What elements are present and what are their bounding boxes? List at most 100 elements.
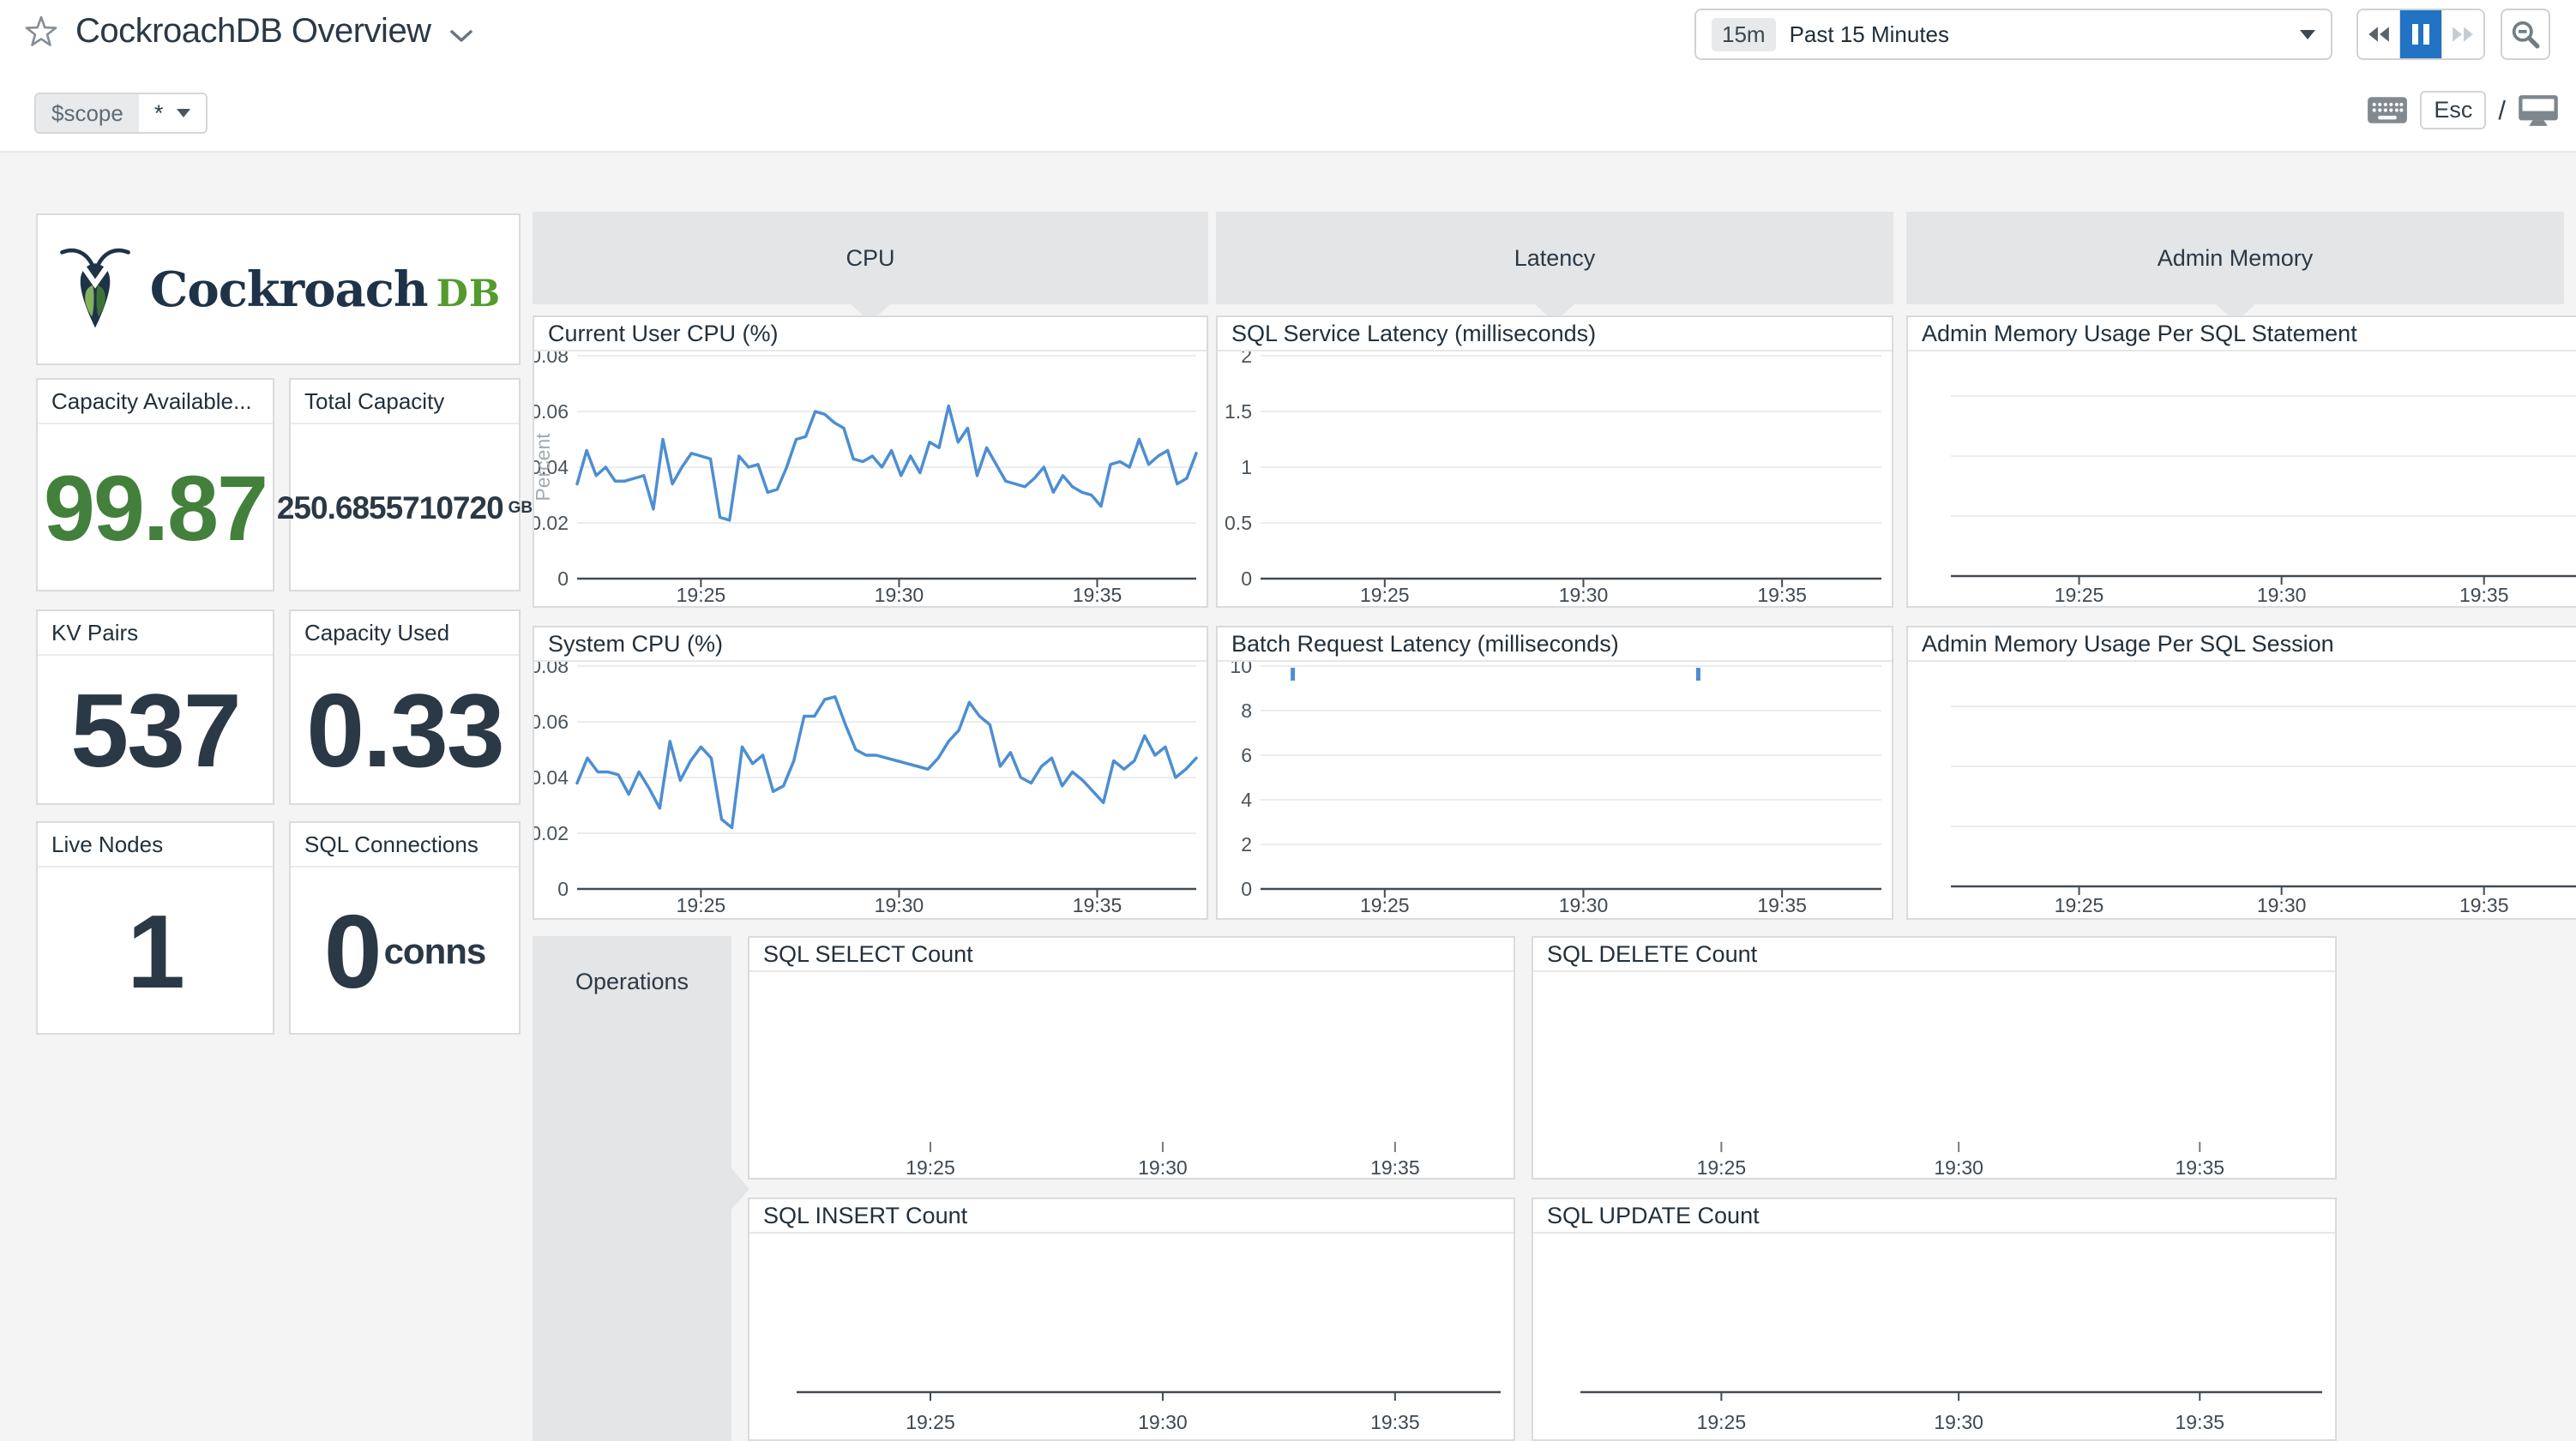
stat-value: 0conns	[291, 869, 519, 1033]
chart-plot[interactable]: 19:2519:3019:35	[1533, 972, 2335, 1178]
svg-text:19:30: 19:30	[875, 584, 924, 606]
svg-text:2: 2	[1241, 351, 1252, 367]
chart-plot[interactable]: 19:25 19:30 19:35	[1908, 662, 2576, 918]
stat-card-kv-pairs[interactable]: KV Pairs 537	[36, 609, 274, 805]
stat-unit: GB	[509, 499, 533, 518]
logo-suffix-text: DB	[436, 273, 502, 315]
svg-text:0: 0	[1241, 567, 1252, 590]
chart-current-user-cpu[interactable]: Current User CPU (%) 0.080.060.040.02019…	[533, 315, 1208, 608]
header-bar: CockroachDB Overview 15m Past 15 Minutes…	[0, 0, 2576, 153]
svg-text:19:25: 19:25	[906, 1156, 955, 1178]
rewind-button[interactable]	[2358, 10, 2399, 58]
keyboard-icon[interactable]	[2367, 96, 2408, 124]
svg-text:19:35: 19:35	[1370, 1156, 1420, 1178]
chart-title: SQL DELETE Count	[1533, 938, 2335, 972]
stat-card-live-nodes[interactable]: Live Nodes 1	[36, 821, 274, 1035]
chart-sql-update-count[interactable]: SQL UPDATE Count 19:2519:3019:35	[1532, 1198, 2337, 1441]
svg-text:0.04: 0.04	[534, 766, 569, 789]
chart-title: SQL INSERT Count	[749, 1199, 1514, 1234]
svg-text:0: 0	[557, 878, 569, 900]
chart-sql-insert-count[interactable]: SQL INSERT Count 19:2519:3019:35	[748, 1198, 1515, 1441]
svg-text:19:30: 19:30	[1138, 1156, 1188, 1178]
stat-card-sql-connections[interactable]: SQL Connections 0conns	[289, 821, 521, 1035]
svg-text:0.5: 0.5	[1225, 512, 1252, 534]
stat-card-capacity-used[interactable]: Capacity Used 0.33	[289, 609, 521, 805]
svg-text:19:35: 19:35	[2175, 1156, 2224, 1178]
chart-plot[interactable]: 108642019:2519:3019:35	[1218, 662, 1892, 918]
svg-text:19:25: 19:25	[1697, 1411, 1747, 1433]
chart-title: Batch Request Latency (milliseconds)	[1218, 627, 1892, 662]
chart-sql-delete-count[interactable]: SQL DELETE Count 19:2519:3019:35	[1532, 936, 2337, 1180]
scope-template-selector[interactable]: $scope *	[34, 93, 208, 134]
chart-title: Admin Memory Usage Per SQL Statement	[1908, 317, 2576, 351]
stat-title: SQL Connections	[291, 823, 519, 868]
svg-text:19:30: 19:30	[1934, 1156, 1983, 1178]
page-title: CockroachDB Overview	[75, 12, 431, 51]
stat-card-capacity-available[interactable]: Capacity Available... 99.87	[36, 378, 274, 591]
svg-text:4: 4	[1241, 789, 1252, 811]
chart-plot[interactable]: 0.080.060.040.02019:2519:3019:35	[534, 662, 1207, 918]
svg-text:19:25: 19:25	[677, 894, 726, 916]
chart-plot[interactable]: 19:2519:3019:35	[749, 1234, 1514, 1439]
svg-text:0.02: 0.02	[534, 512, 569, 534]
cockroach-bug-icon	[56, 246, 135, 333]
chart-sql-select-count[interactable]: SQL SELECT Count 19:25 19:30 19:35	[748, 936, 1515, 1180]
logo-brand-text: Cockroach	[150, 261, 428, 318]
esc-key-hint[interactable]: Esc	[2420, 91, 2486, 129]
chart-title: System CPU (%)	[534, 627, 1207, 662]
zoom-out-button[interactable]	[2501, 9, 2550, 60]
group-header-latency[interactable]: Latency	[1216, 212, 1893, 304]
svg-text:6: 6	[1241, 744, 1252, 766]
group-header-cpu[interactable]: CPU	[533, 212, 1208, 304]
stat-value: 250.6855710720GB	[291, 426, 519, 590]
chart-batch-request-latency[interactable]: Batch Request Latency (milliseconds) 108…	[1216, 626, 1893, 920]
chart-system-cpu[interactable]: System CPU (%) 0.080.060.040.02019:2519:…	[533, 626, 1208, 920]
chart-plot[interactable]: 0.080.060.040.02019:2519:3019:35Percent	[534, 351, 1207, 606]
chart-title: SQL SELECT Count	[749, 938, 1514, 972]
group-header-admin-memory[interactable]: Admin Memory	[1906, 212, 2564, 304]
chart-plot[interactable]: 19:25 19:30 19:35	[749, 972, 1514, 1178]
svg-text:19:30: 19:30	[875, 894, 924, 916]
stat-title: Live Nodes	[38, 823, 273, 868]
svg-text:19:25: 19:25	[2055, 894, 2104, 916]
svg-text:19:25: 19:25	[1360, 584, 1410, 606]
chevron-down-icon	[177, 109, 190, 117]
svg-text:2: 2	[1241, 833, 1252, 856]
time-range-selector[interactable]: 15m Past 15 Minutes	[1694, 9, 2332, 60]
svg-text:19:25: 19:25	[2055, 584, 2104, 606]
svg-text:19:25: 19:25	[906, 1411, 955, 1433]
star-icon[interactable]	[24, 15, 58, 48]
svg-text:0.02: 0.02	[534, 822, 569, 844]
playback-controls	[2356, 9, 2485, 60]
stat-title: Total Capacity	[291, 380, 519, 424]
stat-title: Capacity Used	[291, 611, 519, 656]
svg-text:Percent: Percent	[534, 433, 554, 501]
svg-text:19:30: 19:30	[2257, 584, 2307, 606]
group-header-operations[interactable]: Operations	[533, 936, 731, 1441]
chart-title: SQL UPDATE Count	[1533, 1199, 2335, 1234]
svg-text:19:30: 19:30	[2257, 894, 2307, 916]
cockroachdb-logo-card: CockroachDB	[36, 213, 521, 365]
rewind-icon	[2367, 25, 2391, 44]
tv-mode-icon[interactable]	[2518, 94, 2559, 127]
svg-text:19:25: 19:25	[677, 584, 726, 606]
svg-text:19:25: 19:25	[1360, 894, 1410, 916]
stat-title: Capacity Available...	[38, 380, 273, 424]
svg-text:19:35: 19:35	[2459, 894, 2509, 916]
time-range-label: Past 15 Minutes	[1790, 21, 2300, 48]
chart-admin-memory-per-sql-statement[interactable]: Admin Memory Usage Per SQL Statement 19:…	[1906, 315, 2576, 608]
chart-admin-memory-per-sql-session[interactable]: Admin Memory Usage Per SQL Session 19:25…	[1906, 626, 2576, 920]
fast-forward-button[interactable]	[2441, 10, 2483, 58]
stat-unit: conns	[384, 931, 486, 972]
chart-plot[interactable]: 21.510.5019:2519:3019:35	[1218, 351, 1892, 606]
chart-plot[interactable]: 19:2519:3019:35	[1908, 351, 2576, 606]
stat-card-total-capacity[interactable]: Total Capacity 250.6855710720GB	[289, 378, 521, 591]
chart-title: Current User CPU (%)	[534, 317, 1207, 351]
chart-sql-service-latency[interactable]: SQL Service Latency (milliseconds) 21.51…	[1216, 315, 1893, 608]
svg-text:0: 0	[1241, 878, 1252, 900]
scope-value: *	[154, 100, 164, 127]
chart-plot[interactable]: 19:2519:3019:35	[1533, 1234, 2335, 1439]
pause-button[interactable]	[2399, 10, 2441, 58]
svg-text:0.06: 0.06	[534, 400, 569, 423]
title-chevron-down-icon[interactable]	[448, 28, 474, 44]
